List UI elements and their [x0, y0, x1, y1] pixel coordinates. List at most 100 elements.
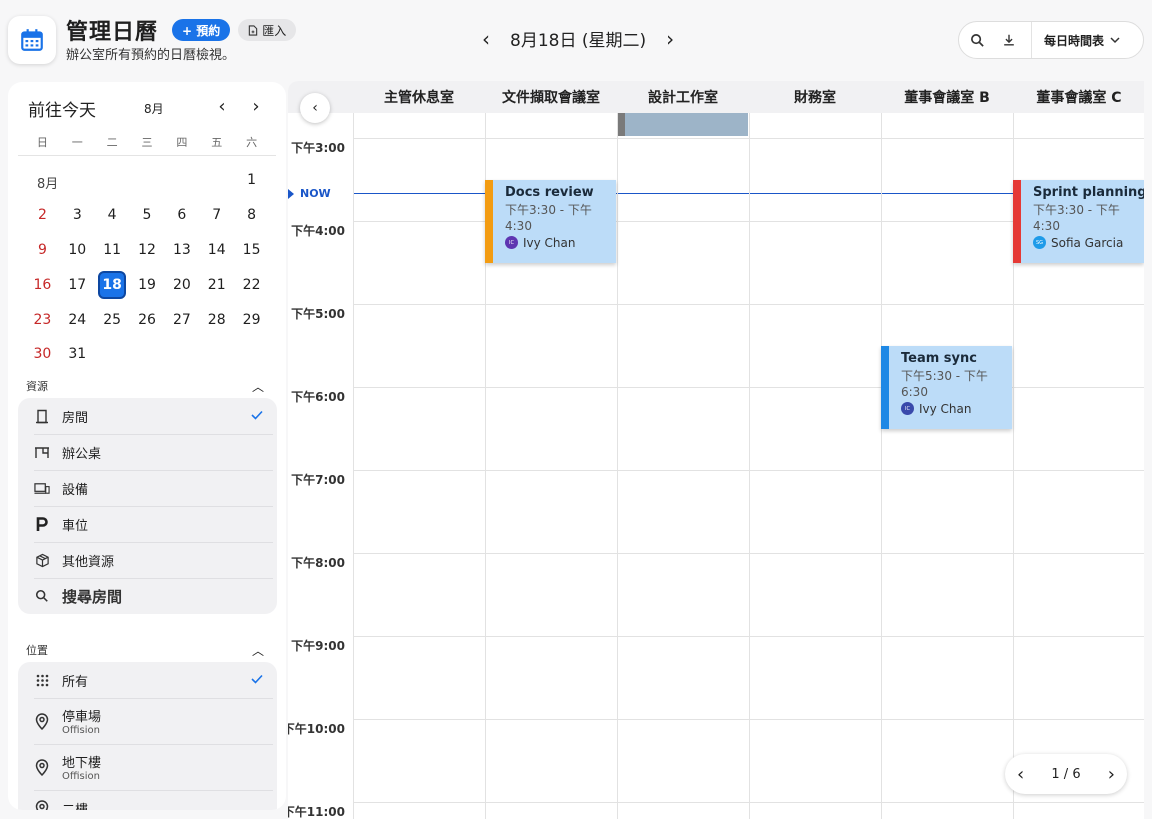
- resources-item-label: 房間: [62, 410, 89, 426]
- hour-gridline: [353, 719, 1144, 720]
- calendar-day[interactable]: 8: [234, 198, 269, 233]
- pin-icon: [34, 758, 50, 776]
- event-time: 下午3:30 - 下午4:30: [505, 202, 592, 233]
- collapse-resources-chevron-up-icon[interactable]: ︿: [252, 378, 264, 395]
- next-page-chevron-right-icon[interactable]: ›: [1108, 764, 1115, 785]
- event-card[interactable]: Docs review 下午3:30 - 下午4:30 IC Ivy Chan: [485, 179, 616, 263]
- avatar: IC: [505, 236, 518, 249]
- calendar-day[interactable]: 26: [130, 302, 165, 337]
- calendar-day[interactable]: 25: [95, 302, 130, 337]
- calendar-empty-cell: [130, 337, 165, 372]
- calendar-day[interactable]: 21: [199, 267, 234, 302]
- resources-item[interactable]: 辦公桌: [18, 434, 277, 470]
- calendar-day[interactable]: 28: [199, 302, 234, 337]
- calendar-day-selected[interactable]: 18: [98, 270, 127, 299]
- time-label: 下午8:00: [291, 556, 345, 570]
- column-divider: [749, 113, 750, 819]
- calendar-empty-cell: [199, 163, 234, 198]
- import-label: 匯入: [262, 23, 287, 38]
- resources-item-label: 辦公桌: [62, 446, 102, 462]
- calendar-day[interactable]: 9: [25, 233, 60, 268]
- resources-item[interactable]: 車位: [18, 506, 277, 542]
- calendar-day[interactable]: 30: [25, 337, 60, 372]
- weekday-label: 二: [106, 136, 118, 149]
- calendar-day[interactable]: 27: [164, 302, 199, 337]
- calendar-day[interactable]: 13: [164, 233, 199, 268]
- current-date-label: 8月18日 (星期二): [510, 31, 647, 51]
- resources-item[interactable]: 其他資源: [18, 542, 277, 578]
- locations-item-label: 停車場: [62, 710, 102, 725]
- check-icon: [251, 672, 263, 688]
- box-icon: [34, 553, 50, 568]
- locations-item-text: 所有: [62, 671, 88, 690]
- event-title: Sprint planning: [1033, 184, 1144, 200]
- now-arrow-icon: [288, 188, 294, 199]
- search-icon[interactable]: [961, 22, 993, 58]
- blocked-slot[interactable]: [617, 113, 748, 136]
- calendar-day[interactable]: 16: [25, 267, 60, 302]
- calendar-day[interactable]: 19: [130, 267, 165, 302]
- event-attendee: IC Ivy Chan: [901, 402, 1012, 416]
- divider: [18, 155, 276, 156]
- calendar-day[interactable]: 5: [130, 198, 165, 233]
- time-label: 下午10:00: [288, 722, 345, 736]
- column-header: 董事會議室 B: [904, 90, 990, 106]
- calendar-day[interactable]: 12: [130, 233, 165, 268]
- event-time: 下午3:30 - 下午4:30: [1033, 202, 1120, 233]
- prev-page-chevron-left-icon[interactable]: ‹: [1017, 764, 1024, 785]
- event-attendee: IC Ivy Chan: [505, 236, 616, 250]
- calendar-day[interactable]: 15: [234, 233, 269, 268]
- calendar-day[interactable]: 29: [234, 302, 269, 337]
- resources-item[interactable]: 搜尋房間: [18, 578, 277, 614]
- column-header: 設計工作室: [648, 90, 718, 106]
- locations-item[interactable]: 地下樓 Offision: [18, 744, 277, 790]
- resources-item-text: 其他資源: [62, 551, 114, 570]
- event-card[interactable]: Sprint planning 下午3:30 - 下午4:30 SG Sofia Ga…: [1013, 179, 1144, 263]
- calendar-day[interactable]: 3: [60, 198, 95, 233]
- collapse-sidebar-chevron-left-icon[interactable]: ‹: [300, 93, 330, 123]
- hour-gridline: [353, 304, 1144, 305]
- locations-item-text: 地下樓 Offision: [62, 752, 101, 782]
- book-button[interactable]: + 預約: [172, 19, 231, 41]
- calendar-day[interactable]: 22: [234, 267, 269, 302]
- import-button[interactable]: 匯入: [238, 19, 297, 41]
- calendar-day[interactable]: 6: [164, 198, 199, 233]
- calendar-day[interactable]: 17: [60, 267, 95, 302]
- resources-item-text: 設備: [62, 479, 88, 498]
- calendar-day[interactable]: 7: [199, 198, 234, 233]
- event-card[interactable]: Team sync 下午5:30 - 下午6:30 IC Ivy Chan: [881, 345, 1012, 429]
- pin-icon: [34, 712, 50, 730]
- calendar-day[interactable]: 11: [95, 233, 130, 268]
- locations-item-text: 停車場 Offision: [62, 706, 101, 736]
- next-day-chevron-right-icon[interactable]: ›: [660, 27, 680, 51]
- next-month-chevron-right-icon[interactable]: ›: [246, 96, 266, 117]
- calendar-day[interactable]: 24: [60, 302, 95, 337]
- calendar-day[interactable]: 10: [60, 233, 95, 268]
- prev-month-chevron-left-icon[interactable]: ‹: [212, 96, 232, 117]
- calendar-day[interactable]: 31: [60, 337, 95, 372]
- calendar-day[interactable]: 4: [95, 198, 130, 233]
- resources-item-label: 設備: [62, 482, 89, 498]
- hour-gridline: [353, 553, 1144, 554]
- view-select[interactable]: 每日時間表: [1032, 32, 1120, 49]
- column-divider: [353, 113, 354, 819]
- go-to-today-link[interactable]: 前往今天: [28, 96, 96, 121]
- download-icon[interactable]: [993, 22, 1025, 58]
- calendar-day[interactable]: 23: [25, 302, 60, 337]
- calendar-day[interactable]: 1: [234, 163, 269, 198]
- locations-item[interactable]: 停車場 Offision: [18, 698, 277, 744]
- calendar-day[interactable]: 20: [164, 267, 199, 302]
- prev-day-chevron-left-icon[interactable]: ‹: [476, 27, 496, 51]
- resources-item[interactable]: 房間: [18, 398, 277, 434]
- calendar-empty-cell: [234, 337, 269, 372]
- locations-item[interactable]: 二樓: [18, 790, 277, 810]
- calendar-day[interactable]: 14: [199, 233, 234, 268]
- locations-item[interactable]: 所有: [18, 662, 277, 698]
- door-icon: [34, 409, 50, 424]
- time-label: 下午11:00: [288, 805, 345, 819]
- resources-item[interactable]: 設備: [18, 470, 277, 506]
- collapse-locations-chevron-up-icon[interactable]: ︿: [252, 642, 264, 659]
- calendar-day[interactable]: 2: [25, 198, 60, 233]
- grid-icon: [34, 674, 50, 687]
- chevron-down-icon: [1110, 37, 1120, 44]
